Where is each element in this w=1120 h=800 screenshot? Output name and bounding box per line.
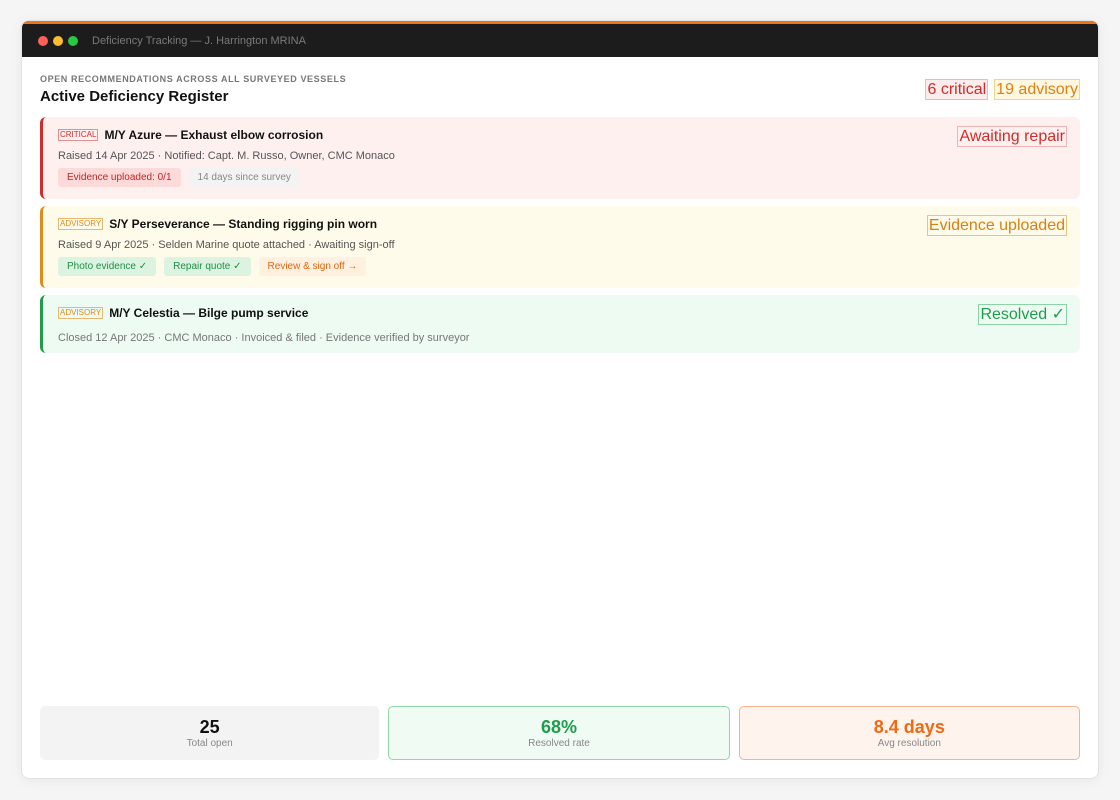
minimize-window-button[interactable] xyxy=(53,35,63,46)
total-open-stat: 25 Total open xyxy=(40,706,380,760)
stat-value: 25 xyxy=(199,717,220,737)
main-content: Open recommendations across all surveyed… xyxy=(22,57,1098,353)
card-title[interactable]: S/Y Perseverance — Standing rigging pin … xyxy=(109,217,377,231)
advisory-count-badge[interactable]: 19 advisory xyxy=(994,79,1080,100)
resolved-rate-stat: 68% Resolved rate xyxy=(388,706,730,760)
header-eyebrow: Open recommendations across all surveyed… xyxy=(40,74,347,84)
close-window-button[interactable] xyxy=(38,35,48,46)
avg-resolution-stat: 8.4 days Avg resolution xyxy=(738,706,1080,760)
stat-label: Avg resolution xyxy=(877,738,941,749)
header-titles: Open recommendations across all surveyed… xyxy=(40,74,346,105)
status-badge: Resolved ✓ xyxy=(978,304,1067,325)
page-title: Active Deficiency Register xyxy=(40,88,229,105)
app-window: Deficiency Tracking — J. Harrington MRIN… xyxy=(21,20,1099,779)
card-header: Advisory S/Y Perseverance — Standing rig… xyxy=(58,217,1067,231)
stat-value: 68% xyxy=(540,717,577,737)
card-chips: Photo evidence ✓ Repair quote ✓ Review &… xyxy=(58,257,1067,276)
card-header: Advisory M/Y Celestia — Bilge pump servi… xyxy=(58,306,1067,320)
stat-label: Total open xyxy=(186,738,233,749)
stat-value: 8.4 days xyxy=(873,717,945,737)
photo-evidence-chip[interactable]: Photo evidence ✓ xyxy=(58,257,157,276)
summary-stats: 25 Total open 68% Resolved rate 8.4 days… xyxy=(40,706,1080,760)
card-header: Critical M/Y Azure — Exhaust elbow corro… xyxy=(58,128,1067,142)
maximize-window-button[interactable] xyxy=(68,35,78,46)
stat-label: Resolved rate xyxy=(528,738,590,749)
title-bar: Deficiency Tracking — J. Harrington MRIN… xyxy=(22,21,1098,57)
days-since-survey-chip: 14 days since survey xyxy=(188,168,300,187)
critical-count-badge[interactable]: 6 critical xyxy=(925,79,989,100)
card-meta: Raised 9 Apr 2025 · Selden Marine quote … xyxy=(58,239,395,251)
card-meta: Raised 14 Apr 2025 · Notified: Capt. M. … xyxy=(58,150,395,162)
status-badge: Awaiting repair xyxy=(957,126,1067,147)
card-chips: Evidence uploaded: 0/1 14 days since sur… xyxy=(58,168,1067,187)
card-title[interactable]: M/Y Celestia — Bilge pump service xyxy=(109,306,308,320)
deficiency-card[interactable]: Critical M/Y Azure — Exhaust elbow corro… xyxy=(40,117,1080,199)
deficiency-card[interactable]: Advisory M/Y Celestia — Bilge pump servi… xyxy=(40,295,1080,353)
severity-tag: Advisory xyxy=(58,218,104,230)
severity-tag: Critical xyxy=(58,129,99,141)
status-badge: Evidence uploaded xyxy=(926,215,1067,236)
deficiency-card[interactable]: Advisory S/Y Perseverance — Standing rig… xyxy=(40,206,1080,288)
card-meta: Closed 12 Apr 2025 · CMC Monaco · Invoic… xyxy=(58,332,470,344)
card-title[interactable]: M/Y Azure — Exhaust elbow corrosion xyxy=(104,128,323,142)
severity-tag: Advisory xyxy=(58,307,104,319)
register-header: Open recommendations across all surveyed… xyxy=(40,57,1080,117)
repair-quote-chip[interactable]: Repair quote ✓ xyxy=(164,257,251,276)
severity-counts: 6 critical 19 advisory xyxy=(925,79,1080,100)
window-title: Deficiency Tracking — J. Harrington MRIN… xyxy=(92,34,306,47)
evidence-count-chip: Evidence uploaded: 0/1 xyxy=(58,168,181,187)
review-sign-off-button[interactable]: Review & sign off → xyxy=(258,257,367,276)
